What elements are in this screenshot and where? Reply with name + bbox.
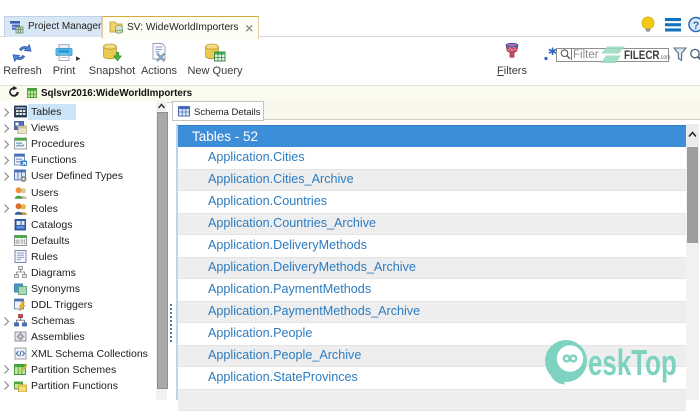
svg-text:01: 01	[21, 239, 27, 245]
svg-text:?: ?	[693, 20, 700, 32]
